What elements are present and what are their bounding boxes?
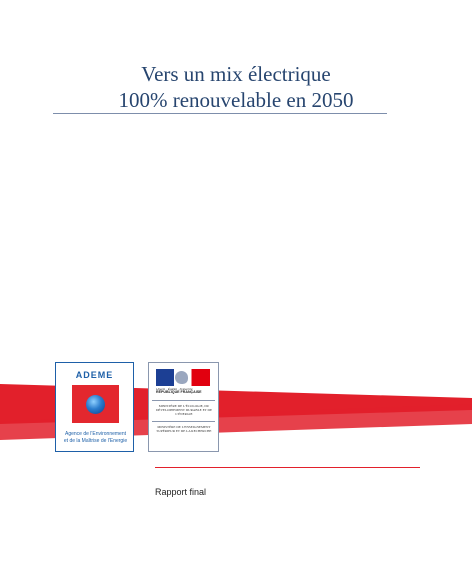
ademe-red-square: [72, 385, 119, 423]
globe-icon: [86, 395, 105, 414]
ademe-caption-line-2: et de la Maîtrise de l'Energie: [63, 438, 128, 444]
ademe-logo: ADEME Agence de l'Environnement et de la…: [55, 362, 134, 452]
red-diagonal-band: [0, 384, 472, 440]
ministry-research: MINISTÈRE DE L'ENSEIGNEMENT SUPÉRIEUR ET…: [156, 425, 212, 434]
ademe-logo-text: ADEME: [75, 370, 114, 380]
marianne-icon: [175, 371, 188, 384]
ministry-ecology: MINISTÈRE DE L'ÉCOLOGIE, DU DÉVELOPPEMEN…: [155, 404, 213, 417]
ademe-caption-line-1: Agence de l'Environnement: [65, 431, 126, 437]
logo-divider: [152, 421, 215, 422]
logo-divider: [152, 400, 215, 401]
report-subtitle: Rapport final: [155, 487, 207, 497]
republique-francaise-logo: Liberté · Égalité · Fraternité RÉPUBLIQU…: [148, 362, 219, 452]
ademe-caption: Agence de l'Environnement et de la Maîtr…: [58, 431, 133, 445]
republic-name: RÉPUBLIQUE FRANÇAISE: [156, 390, 202, 394]
subtitle-divider: [155, 467, 420, 468]
french-flag-icon: [156, 369, 210, 386]
